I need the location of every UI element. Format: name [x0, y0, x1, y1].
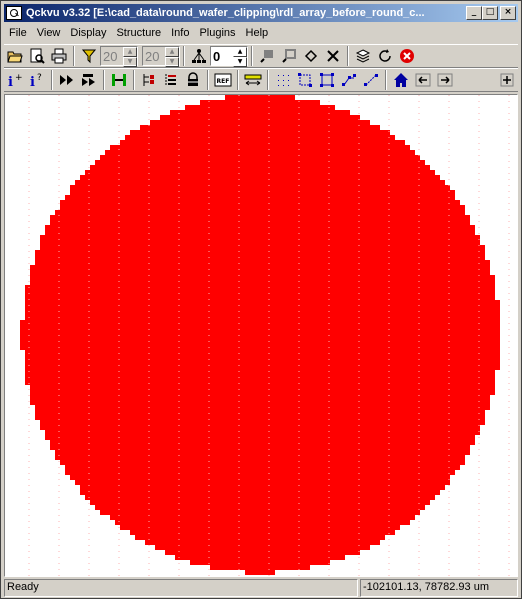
snap-vertex-icon[interactable]: [338, 69, 360, 91]
window-controls: _ □ ×: [466, 6, 516, 20]
filter-icon[interactable]: [78, 45, 100, 67]
grid-snap-icon[interactable]: [272, 69, 294, 91]
wafer-drawing[interactable]: [5, 95, 517, 576]
info-plus-icon[interactable]: i +: [4, 69, 26, 91]
menu-bar: File View Display Structure Info Plugins…: [4, 24, 518, 42]
menu-display[interactable]: Display: [65, 27, 111, 39]
refresh-icon[interactable]: [374, 45, 396, 67]
svg-text:?: ?: [37, 73, 42, 83]
maximize-button[interactable]: □: [482, 6, 498, 20]
print-icon[interactable]: [48, 45, 70, 67]
toolbar-separator: [133, 70, 135, 90]
qckvu-app-icon[interactable]: [6, 6, 22, 20]
layer-value[interactable]: 0: [211, 48, 233, 64]
menu-view[interactable]: View: [32, 27, 66, 39]
list-tree-icon[interactable]: [160, 69, 182, 91]
min-level-value[interactable]: 20: [101, 49, 123, 64]
svg-text:REF: REF: [217, 78, 230, 85]
vertex-icon[interactable]: [300, 45, 322, 67]
hierarchy-icon[interactable]: [188, 45, 210, 67]
measure-bracket-icon[interactable]: [108, 69, 130, 91]
cursor-coordinates: -102101.13, 78782.93 um: [360, 579, 518, 597]
spin-down-icon[interactable]: ▼: [233, 57, 247, 67]
max-level-value[interactable]: 20: [143, 49, 165, 64]
close-button[interactable]: ×: [500, 6, 516, 20]
spin-up-icon[interactable]: ▲: [123, 47, 137, 57]
menu-help[interactable]: Help: [241, 27, 274, 39]
snap-corner-icon[interactable]: [294, 69, 316, 91]
fast-forward-icon[interactable]: [56, 69, 78, 91]
toolbar-separator: [267, 70, 269, 90]
wafer-fill: [20, 95, 500, 575]
spin-down-icon[interactable]: ▼: [165, 57, 179, 67]
step-forward-icon[interactable]: [78, 69, 100, 91]
spin-up-icon[interactable]: ▲: [165, 47, 179, 57]
select-shape-icon[interactable]: [256, 45, 278, 67]
layout-canvas[interactable]: [4, 94, 518, 577]
layer-spinner[interactable]: 0 ▲ ▼: [210, 46, 248, 67]
lock-icon[interactable]: [182, 69, 204, 91]
toolbar-separator: [73, 46, 75, 66]
menu-file[interactable]: File: [4, 27, 32, 39]
toolbar-separator: [347, 46, 349, 66]
select-edge-icon[interactable]: [278, 45, 300, 67]
status-bar: Ready -102101.13, 78782.93 um: [4, 579, 518, 597]
title-bar[interactable]: Qckvu v3.32 [E:\cad_data\round_wafer_cli…: [4, 4, 518, 22]
ruler-icon[interactable]: [242, 69, 264, 91]
clear-selection-icon[interactable]: [322, 45, 344, 67]
window-title: Qckvu v3.32 [E:\cad_data\round_wafer_cli…: [26, 7, 425, 19]
svg-text:i: i: [8, 75, 13, 88]
ref-icon[interactable]: REF: [212, 69, 234, 91]
min-level-spinner[interactable]: 20 ▲ ▼: [100, 46, 138, 67]
toolbar-separator: [251, 46, 253, 66]
view-toolbar: i + i? REF: [4, 68, 518, 92]
menu-info[interactable]: Info: [166, 27, 194, 39]
toolbar-separator: [103, 70, 105, 90]
print-preview-icon[interactable]: [26, 45, 48, 67]
snap-box-icon[interactable]: [316, 69, 338, 91]
toolbar-separator: [237, 70, 239, 90]
spin-up-icon[interactable]: ▲: [233, 47, 247, 57]
toolbar-separator: [207, 70, 209, 90]
toolbar-separator: [385, 70, 387, 90]
main-toolbar: 20 ▲ ▼ 20 ▲ ▼ 0 ▲ ▼: [4, 44, 518, 68]
menu-plugins[interactable]: Plugins: [194, 27, 240, 39]
spin-down-icon[interactable]: ▼: [123, 57, 137, 67]
menu-structure[interactable]: Structure: [111, 27, 166, 39]
stop-icon[interactable]: [396, 45, 418, 67]
layers-icon[interactable]: [352, 45, 374, 67]
open-folder-icon[interactable]: [4, 45, 26, 67]
toolbar-separator: [51, 70, 53, 90]
pan-left-icon[interactable]: [412, 69, 434, 91]
home-icon[interactable]: [390, 69, 412, 91]
pan-right-icon[interactable]: [434, 69, 456, 91]
status-text: Ready: [4, 579, 358, 597]
tree-view-icon[interactable]: [138, 69, 160, 91]
expand-icon[interactable]: [496, 69, 518, 91]
snap-line-icon[interactable]: [360, 69, 382, 91]
svg-text:+: +: [15, 73, 23, 83]
toolbar-separator: [183, 46, 185, 66]
max-level-spinner[interactable]: 20 ▲ ▼: [142, 46, 180, 67]
svg-text:i: i: [30, 75, 35, 88]
app-window: Qckvu v3.32 [E:\cad_data\round_wafer_cli…: [0, 0, 522, 599]
minimize-button[interactable]: _: [466, 6, 482, 20]
info-query-icon[interactable]: i?: [26, 69, 48, 91]
